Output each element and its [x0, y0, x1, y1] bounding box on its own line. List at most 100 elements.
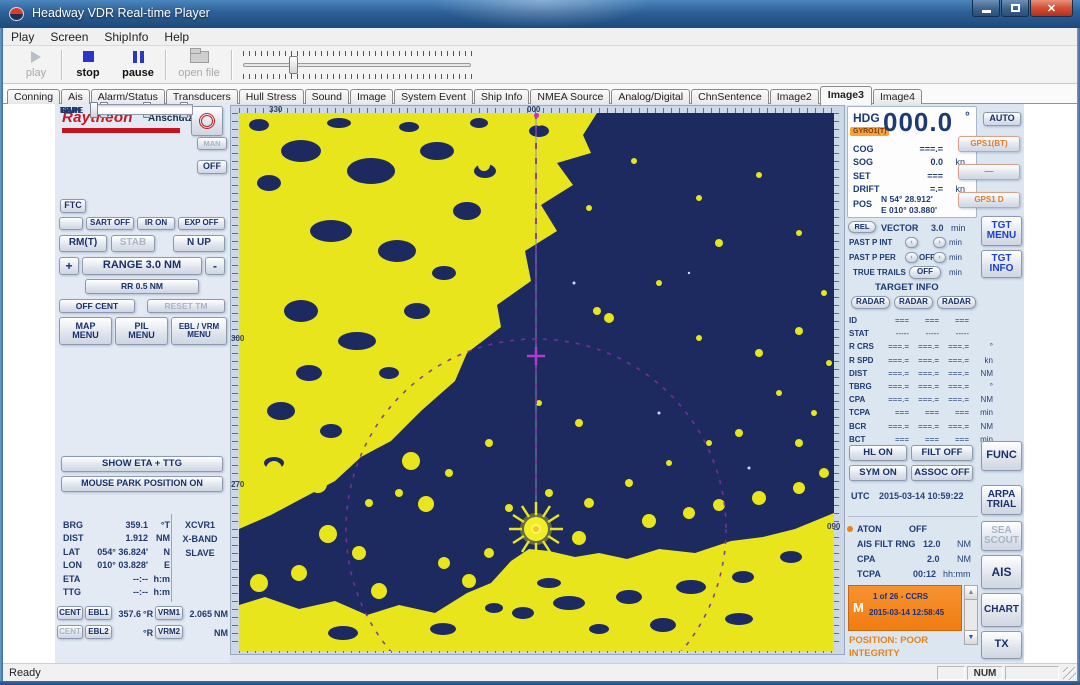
tgt-info-button[interactable]: TGT INFO: [981, 250, 1022, 278]
symbols-toggle[interactable]: SYM ON: [849, 465, 907, 481]
ais-filt-label: AIS FILT RNG: [857, 539, 915, 549]
timeline-slider[interactable]: [243, 63, 471, 67]
past-int-increase-button[interactable]: ›: [933, 237, 946, 248]
pos-source-button[interactable]: GPS1 D: [958, 192, 1020, 208]
vrm2-button[interactable]: VRM2: [155, 625, 183, 639]
range-rings-button[interactable]: RR 0.5 NM: [85, 279, 199, 294]
alarm-message-box[interactable]: M 1 of 26 - CCRS 2015-03-14 12:58:45: [848, 585, 962, 631]
tab[interactable]: Image: [350, 89, 393, 105]
past-int-decrease-button[interactable]: ‹: [905, 237, 918, 248]
range-display[interactable]: RANGE 3.0 NM: [82, 257, 202, 275]
ais-button[interactable]: AIS: [981, 555, 1022, 589]
chart-button[interactable]: CHART: [981, 593, 1022, 627]
close-button[interactable]: ✕: [1030, 0, 1073, 17]
true-trails-toggle[interactable]: OFF: [909, 266, 941, 279]
radar-source-button[interactable]: RADAR: [937, 296, 976, 309]
tab[interactable]: Image2: [770, 89, 819, 105]
tab[interactable]: Hull Stress: [239, 89, 304, 105]
mouse-park-button[interactable]: MOUSE PARK POSITION ON: [61, 476, 223, 492]
cog-source-button[interactable]: GPS1(BT): [958, 136, 1020, 152]
sart-off-button[interactable]: SART OFF: [86, 217, 134, 230]
target-table-row: BCT === === === min: [849, 433, 999, 446]
reset-tm-button[interactable]: RESET TM: [147, 299, 225, 313]
set-source-button[interactable]: —: [958, 164, 1020, 180]
sea-scout-button[interactable]: SEA SCOUT: [981, 521, 1022, 551]
tx-button[interactable]: TX: [981, 631, 1022, 659]
filter-toggle[interactable]: FILT OFF: [911, 445, 973, 461]
rm-t-button[interactable]: RM(T): [59, 235, 107, 252]
ais-filt-value: 12.0: [923, 539, 941, 549]
vrm1-range-unit: NM: [214, 609, 228, 619]
tab[interactable]: Image4: [873, 89, 922, 105]
ebl-vrm-menu-button[interactable]: EBL / VRM MENU: [171, 317, 227, 345]
arpa-trial-button[interactable]: ARPA TRIAL: [981, 485, 1022, 515]
radar-source-button[interactable]: RADAR: [894, 296, 933, 309]
func-button[interactable]: FUNC: [981, 441, 1022, 471]
menu-item[interactable]: Screen: [42, 29, 96, 45]
cent1-button[interactable]: CENT: [57, 606, 83, 620]
show-eta-ttg-button[interactable]: SHOW ETA + TTG: [61, 456, 223, 472]
stop-button[interactable]: stop: [65, 49, 111, 81]
ftc-button[interactable]: FTC: [60, 199, 86, 213]
tgt-menu-button[interactable]: TGT MENU: [981, 216, 1022, 246]
cursor-data-row: LON 010° 03.828' E: [63, 559, 170, 573]
target-table-row: BCR ===.= ===.= ===.= NM: [849, 420, 999, 433]
vector-label: VECTOR: [881, 223, 918, 233]
timeline-slider-thumb[interactable]: [289, 56, 298, 74]
rel-vector-toggle[interactable]: REL: [848, 221, 876, 233]
pause-button[interactable]: pause: [115, 49, 161, 81]
exp-off-button[interactable]: EXP OFF: [178, 217, 225, 230]
maximize-button[interactable]: [1001, 0, 1029, 17]
tab[interactable]: NMEA Source: [530, 89, 610, 105]
menu-item[interactable]: ShipInfo: [96, 29, 156, 45]
scroll-up-button[interactable]: ▲: [965, 586, 977, 600]
ir-on-button[interactable]: IR ON: [137, 217, 175, 230]
radar-source-button[interactable]: RADAR: [851, 296, 890, 309]
slider-thumb[interactable]: [90, 102, 98, 118]
menu-item[interactable]: Play: [3, 29, 42, 45]
minimize-button[interactable]: [972, 0, 1000, 17]
tab[interactable]: System Event: [394, 89, 473, 105]
tab[interactable]: Image3: [820, 86, 872, 105]
man-button[interactable]: MAN: [197, 137, 227, 150]
resize-grip[interactable]: [1063, 667, 1076, 680]
alarm-scrollbar[interactable]: ▲ ▼: [964, 585, 978, 645]
off-center-button[interactable]: OFF CENT: [59, 299, 135, 313]
past-per-increase-button[interactable]: ›: [933, 252, 946, 263]
cent2-button[interactable]: CENT: [57, 625, 83, 639]
radar-ppi-image[interactable]: [239, 113, 834, 651]
slider-track[interactable]: [91, 104, 193, 115]
north-up-button[interactable]: N UP: [173, 235, 225, 252]
past-per-decrease-button[interactable]: ‹: [905, 252, 918, 263]
heading-line-toggle[interactable]: HL ON: [849, 445, 907, 461]
vrm1-button[interactable]: VRM1: [155, 606, 183, 620]
tab[interactable]: Analog/Digital: [611, 89, 690, 105]
range-minus-button[interactable]: -: [205, 257, 225, 275]
open-file-button[interactable]: open file: [171, 49, 227, 81]
range-plus-button[interactable]: +: [59, 257, 79, 275]
title-bar[interactable]: Headway VDR Real-time Player: [0, 0, 1080, 28]
stab-button[interactable]: STAB: [111, 235, 155, 252]
cursor-data-row: TTG --:-- h:m: [63, 586, 170, 600]
association-toggle[interactable]: ASSOC OFF: [911, 465, 973, 481]
tab[interactable]: Sound: [305, 89, 349, 105]
scroll-down-button[interactable]: ▼: [965, 630, 977, 644]
pil-menu-button[interactable]: PIL MENU: [115, 317, 168, 345]
ebl1-button[interactable]: EBL1: [85, 606, 112, 620]
target1-value: ===.=: [879, 382, 909, 391]
tab[interactable]: Transducers: [166, 89, 238, 105]
blank-button[interactable]: [59, 217, 83, 230]
tab[interactable]: Conning: [7, 89, 60, 105]
nav-label: SET: [853, 171, 891, 181]
tab[interactable]: Ais: [61, 89, 90, 105]
ebl2-button[interactable]: EBL2: [85, 625, 112, 639]
off-button[interactable]: OFF: [197, 160, 227, 174]
cursor-data-value: 359.1: [90, 520, 148, 530]
tab[interactable]: Ship Info: [474, 89, 529, 105]
play-button[interactable]: play: [13, 49, 59, 81]
map-menu-button[interactable]: MAP MENU: [59, 317, 112, 345]
tab[interactable]: ChnSentence: [691, 89, 769, 105]
auto-button[interactable]: AUTO: [983, 112, 1021, 126]
menu-item[interactable]: Help: [156, 29, 197, 45]
vector-value: 3.0: [931, 223, 944, 233]
